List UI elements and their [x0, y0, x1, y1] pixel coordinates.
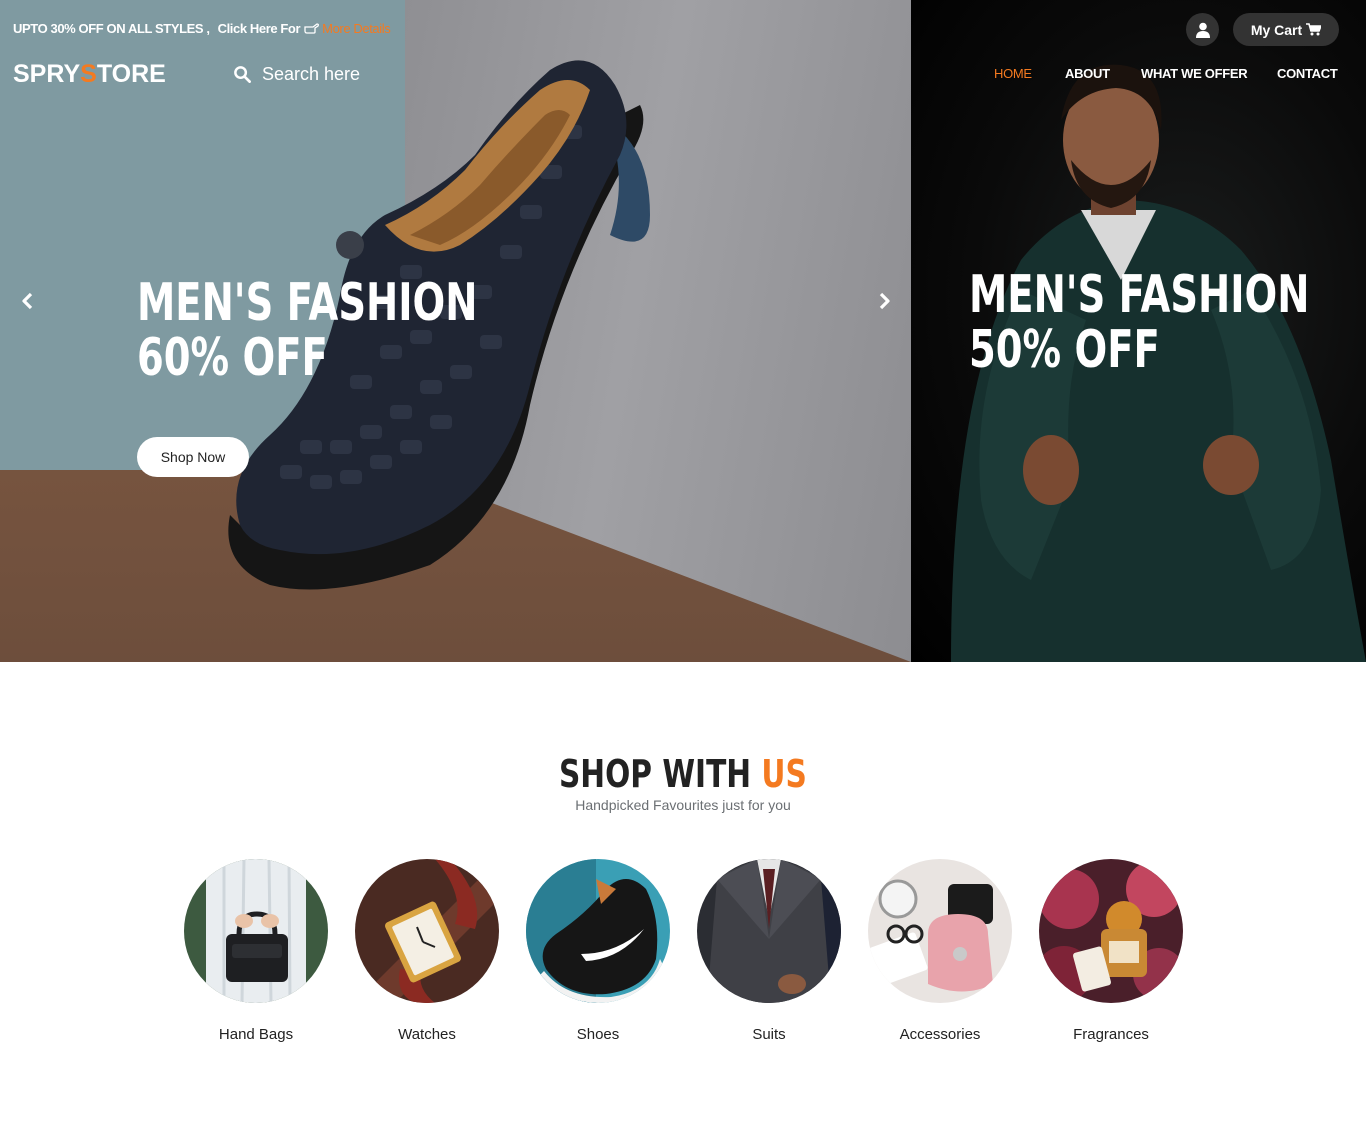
my-cart-button[interactable]: My Cart: [1233, 13, 1339, 46]
category-image-shoes[interactable]: [526, 859, 670, 1003]
category-label-fragrances: Fragrances: [1073, 1026, 1149, 1043]
category-fragrances[interactable]: Fragrances: [1039, 859, 1183, 1043]
logo-part2: TORE: [96, 60, 166, 88]
more-details-link[interactable]: More Details: [322, 21, 391, 36]
category-label-suits: Suits: [752, 1026, 786, 1043]
category-image-suits[interactable]: [697, 859, 841, 1003]
nav-home[interactable]: HOME: [994, 66, 1032, 81]
category-label-hand-bags: Hand Bags: [218, 1026, 294, 1043]
section-title-accent: US: [761, 752, 807, 796]
nav-contact[interactable]: CONTACT: [1277, 66, 1338, 81]
search-bar[interactable]: Search here: [233, 64, 360, 85]
category-suits[interactable]: Suits: [697, 859, 841, 1043]
section-title: SHOP WITH US: [0, 752, 1366, 796]
section-subtitle: Handpicked Favourites just for you: [575, 797, 791, 813]
cart-label: My Cart: [1250, 21, 1303, 38]
category-accessories[interactable]: Accessories: [868, 859, 1012, 1043]
nav-what-we-offer[interactable]: WHAT WE OFFER: [1141, 66, 1248, 81]
hero-main-headline: MEN'S FASHION 60% OFF: [137, 276, 477, 385]
promo-banner: UPTO 30% OFF ON ALL STYLES , Click Here F…: [13, 21, 391, 36]
nav-about[interactable]: ABOUT: [1065, 66, 1110, 81]
carousel-prev-button[interactable]: [18, 291, 38, 311]
site-logo[interactable]: SPRYSTORE: [13, 60, 166, 89]
promo-click-text: Click Here For: [217, 21, 301, 36]
hero-side-line2: 50% OFF: [969, 319, 1160, 380]
logo-part1: SPRY: [13, 60, 81, 88]
category-image-fragrances[interactable]: [1039, 859, 1183, 1003]
hero-main-line2: 60% OFF: [137, 327, 328, 388]
hero-side-line1: MEN'S FASHION: [969, 265, 1310, 325]
hero-main-line1: MEN'S FASHION: [137, 273, 478, 333]
cart-icon: [1306, 23, 1322, 36]
chevron-right-icon: [879, 292, 890, 310]
category-hand-bags[interactable]: Hand Bags: [184, 859, 328, 1043]
shop-now-button[interactable]: Shop Now: [137, 437, 249, 477]
logo-accent: S: [80, 60, 97, 88]
category-label-shoes: Shoes: [576, 1026, 620, 1043]
carousel-next-button[interactable]: [874, 291, 894, 311]
search-input[interactable]: Search here: [262, 64, 360, 85]
chevron-left-icon: [22, 292, 33, 310]
hand-pointer-icon: [304, 23, 320, 34]
section-title-part1: SHOP WITH: [559, 752, 762, 796]
category-label-watches: Watches: [398, 1026, 456, 1043]
category-image-hand-bags[interactable]: [184, 859, 328, 1003]
category-image-accessories[interactable]: [868, 859, 1012, 1003]
hero-side-headline: MEN'S FASHION 50% OFF: [969, 268, 1309, 377]
category-shoes[interactable]: Shoes: [526, 859, 670, 1043]
user-icon: [1195, 22, 1210, 38]
user-account-button[interactable]: [1186, 13, 1219, 46]
search-icon: [234, 66, 251, 83]
promo-text: UPTO 30% OFF ON ALL STYLES ,: [13, 21, 210, 36]
category-watches[interactable]: Watches: [355, 859, 499, 1043]
category-image-watches[interactable]: [355, 859, 499, 1003]
category-label-accessories: Accessories: [899, 1026, 981, 1043]
